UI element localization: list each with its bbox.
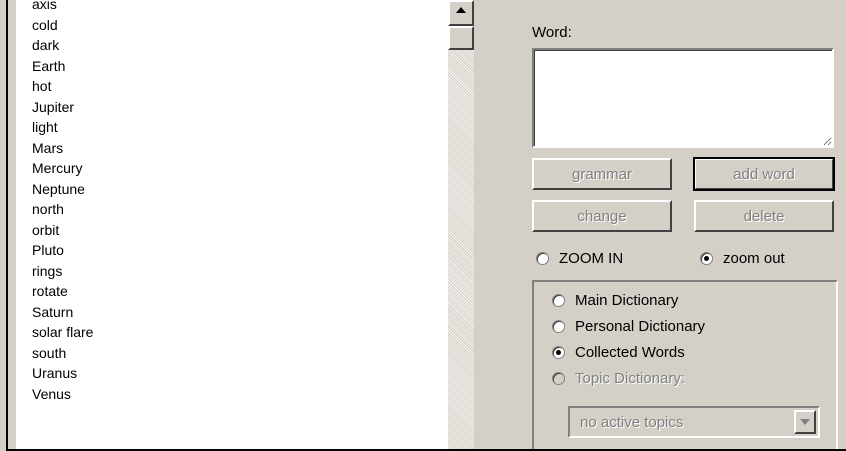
dictionary-group: Main Dictionary Personal Dictionary Coll… xyxy=(532,280,838,449)
topic-select: no active topics xyxy=(568,406,820,438)
zoom-out-label: zoom out xyxy=(723,250,785,267)
list-item[interactable]: Neptune xyxy=(32,179,448,200)
collected-words-label: Collected Words xyxy=(575,344,685,361)
list-item[interactable]: axis xyxy=(32,0,448,15)
list-item[interactable]: Mars xyxy=(32,138,448,159)
zoom-out-option[interactable]: zoom out xyxy=(700,250,785,267)
word-input[interactable] xyxy=(532,48,834,148)
main-dictionary-label: Main Dictionary xyxy=(575,292,679,309)
list-item[interactable]: Venus xyxy=(32,384,448,405)
topic-select-dropdown-button xyxy=(794,410,816,434)
list-item[interactable]: Uranus xyxy=(32,363,448,384)
zoom-in-option[interactable]: ZOOM IN xyxy=(536,250,623,267)
list-item[interactable]: hot xyxy=(32,76,448,97)
app-window: axis cold dark Earth hot Jupiter light M… xyxy=(6,0,846,451)
zoom-in-label: ZOOM IN xyxy=(559,250,624,267)
word-list[interactable]: axis cold dark Earth hot Jupiter light M… xyxy=(16,0,448,449)
main-dictionary-option[interactable]: Main Dictionary xyxy=(552,292,678,309)
list-item[interactable]: Saturn xyxy=(32,302,448,323)
collected-words-radio[interactable] xyxy=(552,346,565,359)
personal-dictionary-radio[interactable] xyxy=(552,320,565,333)
list-item[interactable]: Mercury xyxy=(32,158,448,179)
word-label: Word: xyxy=(532,24,572,41)
scroll-thumb[interactable] xyxy=(448,26,474,50)
arrow-up-icon xyxy=(456,7,466,13)
word-list-items: axis cold dark Earth hot Jupiter light M… xyxy=(16,0,448,404)
topic-dictionary-option: Topic Dictionary: xyxy=(552,370,685,387)
list-item[interactable]: solar flare xyxy=(32,322,448,343)
grammar-button[interactable]: grammar xyxy=(532,158,672,190)
list-item[interactable]: cold xyxy=(32,15,448,36)
list-item[interactable]: Jupiter xyxy=(32,97,448,118)
vertical-scrollbar[interactable] xyxy=(448,0,474,449)
zoom-in-radio[interactable] xyxy=(536,252,549,265)
topic-select-value: no active topics xyxy=(580,413,684,431)
chevron-down-icon xyxy=(800,419,810,425)
collected-words-option[interactable]: Collected Words xyxy=(552,344,685,361)
word-panel: Word: grammar add word change delete ZOO… xyxy=(474,0,846,449)
topic-dictionary-radio xyxy=(552,372,565,385)
list-item[interactable]: Pluto xyxy=(32,240,448,261)
scroll-up-button[interactable] xyxy=(448,0,474,26)
list-item[interactable]: dark xyxy=(32,35,448,56)
main-dictionary-radio[interactable] xyxy=(552,294,565,307)
list-item[interactable]: Earth xyxy=(32,56,448,77)
list-item[interactable]: rings xyxy=(32,261,448,282)
list-item[interactable]: north xyxy=(32,199,448,220)
list-item[interactable]: rotate xyxy=(32,281,448,302)
list-item[interactable]: light xyxy=(32,117,448,138)
add-word-button[interactable]: add word xyxy=(693,157,835,191)
topic-dictionary-label: Topic Dictionary: xyxy=(575,370,686,387)
change-button[interactable]: change xyxy=(532,200,672,232)
list-item[interactable]: orbit xyxy=(32,220,448,241)
personal-dictionary-option[interactable]: Personal Dictionary xyxy=(552,318,705,335)
personal-dictionary-label: Personal Dictionary xyxy=(575,318,706,335)
list-item[interactable]: south xyxy=(32,343,448,364)
zoom-out-radio[interactable] xyxy=(700,252,713,265)
delete-button[interactable]: delete xyxy=(694,200,834,232)
